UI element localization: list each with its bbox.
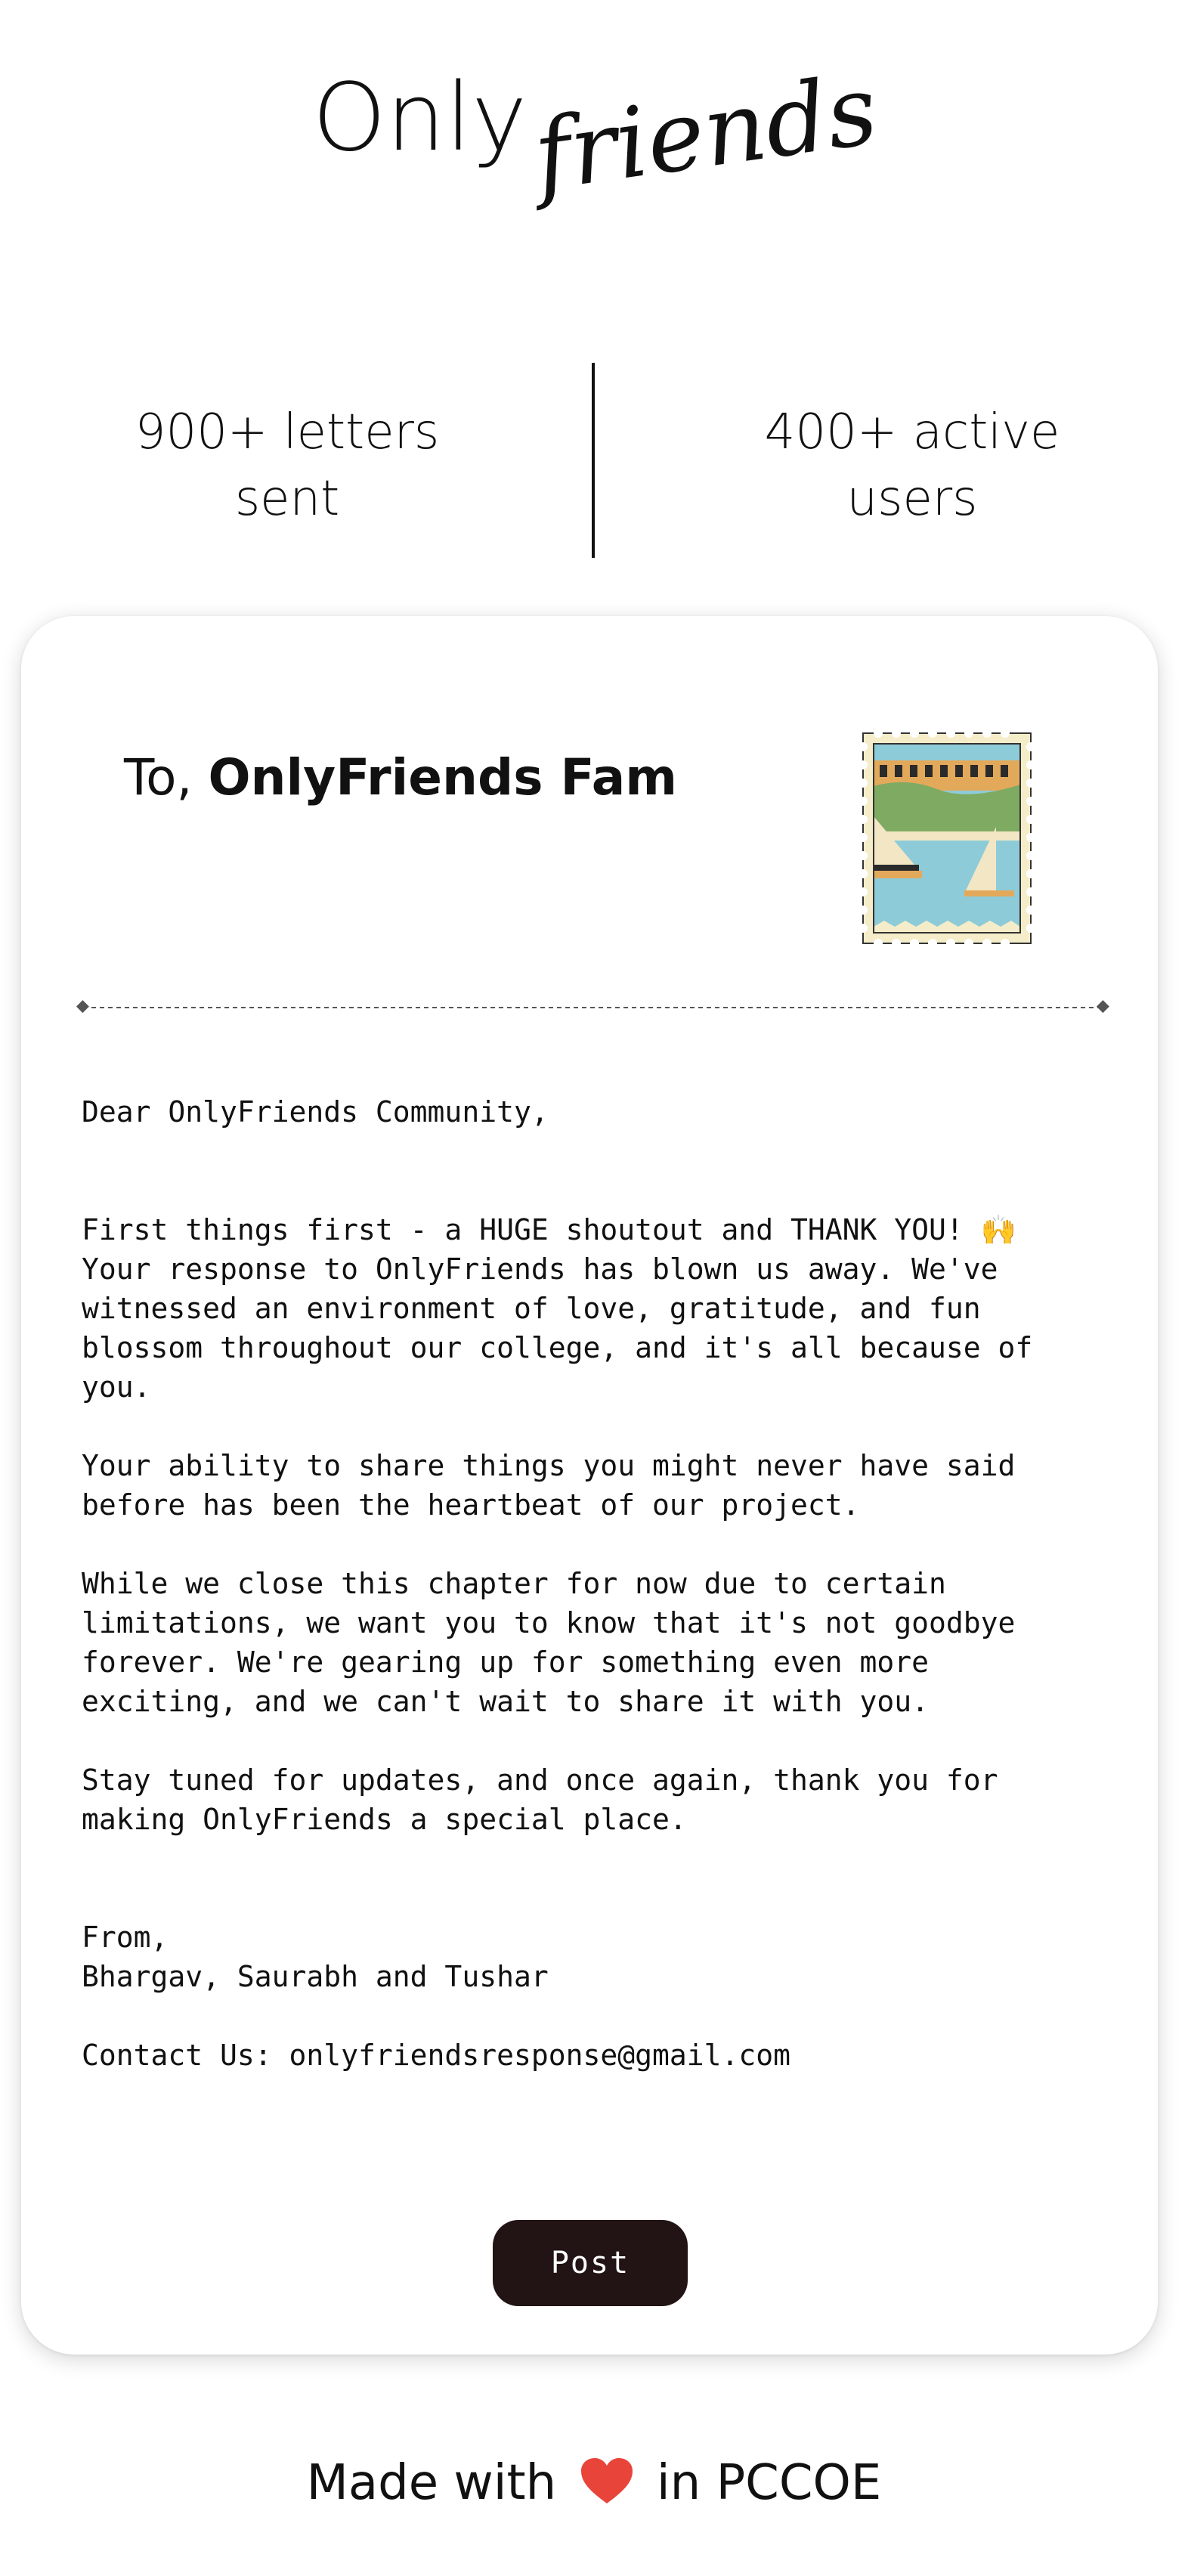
letters-sent-line2: sent (234, 471, 340, 527)
letters-sent-line1: 900+ letters (135, 404, 440, 460)
heart-icon (580, 2458, 633, 2503)
letter-divider (76, 1000, 1109, 1014)
logo-wordmark: Only (312, 63, 527, 172)
active-users-stat: 400+ active users (701, 399, 1124, 532)
contact-email[interactable]: Contact Us: onlyfriendsresponse@gmail.co… (82, 2036, 1109, 2075)
logo-script-text: friends (527, 53, 884, 213)
letter-paragraph-4: Stay tuned for updates, and once again, … (82, 1763, 998, 1836)
footer-made-with: Made with (306, 2455, 557, 2511)
letter-signatories: Bhargav, Saurabh and Tushar (82, 1960, 549, 1993)
letter-paragraph-1: First things first - a HUGE shoutout and… (82, 1213, 1033, 1404)
letter-paragraph-3: While we close this chapter for now due … (82, 1567, 1016, 1718)
letter-paragraph-2: Your ability to share things you might n… (82, 1449, 1016, 1522)
active-users-line1: 400+ active (764, 404, 1060, 460)
stats-section: 900+ letters sent 400+ active users (0, 363, 1188, 559)
recipient-name: OnlyFriends Fam (208, 748, 678, 807)
recipient-prefix: To, (124, 748, 209, 807)
footer: Made with in PCCOE (0, 2455, 1188, 2511)
footer-place: in PCCOE (656, 2455, 882, 2511)
letters-sent-stat: 900+ letters sent (76, 399, 499, 532)
letter-body: Dear OnlyFriends Community, First things… (82, 1092, 1109, 2114)
stats-divider (592, 363, 595, 558)
app-logo: Onlyfriends (0, 54, 1188, 213)
recipient-line: To, OnlyFriends Fam (124, 748, 677, 807)
post-button[interactable]: Post (493, 2220, 688, 2306)
letter-card: To, OnlyFriends Fam Dear OnlyFriends Com… (21, 616, 1158, 2355)
letter-greeting: Dear OnlyFriends Community, (82, 1095, 549, 1129)
letter-from-label: From, (82, 1921, 169, 1954)
active-users-line2: users (846, 471, 978, 527)
postage-stamp-icon (862, 732, 1032, 945)
